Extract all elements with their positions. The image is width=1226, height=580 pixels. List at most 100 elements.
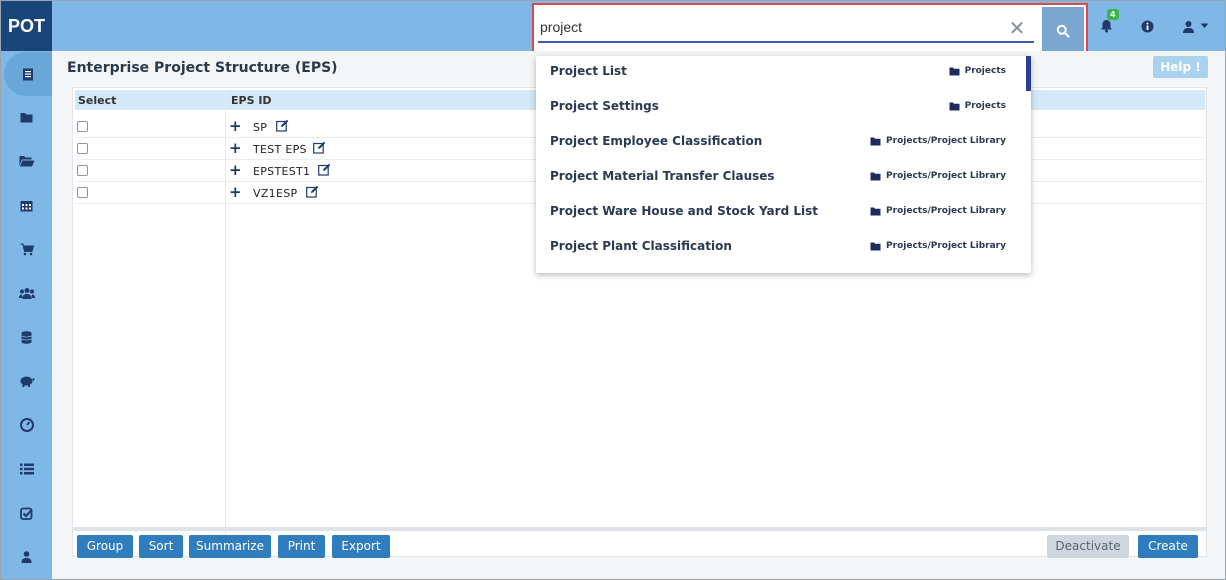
info-icon xyxy=(1141,20,1153,32)
sidebar-item-folder[interactable] xyxy=(1,95,52,139)
sidebar-item-profile[interactable] xyxy=(1,535,52,579)
notification-count-badge: 4 xyxy=(1107,9,1119,20)
edit-icon[interactable] xyxy=(306,185,319,198)
folder-icon xyxy=(870,207,881,215)
user-icon xyxy=(21,551,32,563)
chevron-down-icon xyxy=(1200,23,1208,28)
help-button[interactable]: Help ! xyxy=(1153,56,1208,78)
eps-id-cell: SP xyxy=(253,121,268,134)
suggestion-label: Project Ware House and Stock Yard List xyxy=(550,204,818,218)
sidebar-item-documents[interactable] xyxy=(4,52,52,96)
export-button[interactable]: Export xyxy=(332,535,390,558)
summarize-button[interactable]: Summarize xyxy=(189,535,271,558)
suggestion-label: Project List xyxy=(550,64,627,78)
sidebar-item-users[interactable] xyxy=(1,271,52,315)
folder-icon xyxy=(870,242,881,250)
info-button[interactable] xyxy=(1136,15,1158,37)
suggestion-path: Projects xyxy=(949,101,1006,111)
sidebar-item-cart[interactable] xyxy=(1,227,52,271)
eps-id-cell: EPSTEST1 xyxy=(253,165,311,178)
group-button[interactable]: Group xyxy=(77,535,133,558)
folder-icon xyxy=(20,112,33,122)
suggestion-item[interactable]: Project Employee Classification Projects… xyxy=(536,126,1026,161)
search-input[interactable] xyxy=(538,13,1034,43)
print-button[interactable]: Print xyxy=(278,535,325,558)
users-icon xyxy=(18,288,35,299)
folder-icon xyxy=(870,172,881,180)
search-icon xyxy=(1056,24,1070,38)
piggy-bank-icon xyxy=(20,376,34,387)
suggestion-item[interactable]: Project Material Transfer Clauses Projec… xyxy=(536,161,1026,196)
suggestion-path: Projects/Project Library xyxy=(870,136,1006,146)
row-checkbox[interactable] xyxy=(77,187,88,198)
row-checkbox[interactable] xyxy=(77,121,88,132)
sidebar-item-finance[interactable] xyxy=(1,359,52,403)
app-window: POT ✕ 4 xyxy=(0,0,1226,580)
suggestion-path-text: Projects/Project Library xyxy=(886,241,1006,251)
edit-icon[interactable] xyxy=(318,163,331,176)
folder-open-icon xyxy=(19,156,34,167)
row-checkbox[interactable] xyxy=(77,165,88,176)
suggestion-item[interactable]: Project Ware House and Stock Yard List P… xyxy=(536,196,1026,231)
bell-icon xyxy=(1100,20,1112,33)
user-menu-button[interactable] xyxy=(1177,15,1213,37)
search-suggestions: Project List Projects Project Settings P… xyxy=(536,56,1031,273)
suggestion-path-text: Projects/Project Library xyxy=(886,206,1006,216)
expand-icon[interactable]: + xyxy=(229,183,242,201)
database-icon xyxy=(21,330,32,344)
suggestion-label: Project Employee Classification xyxy=(550,134,763,148)
clear-search-icon[interactable]: ✕ xyxy=(1006,17,1028,39)
expand-icon[interactable]: + xyxy=(229,139,242,157)
suggestion-label: Project Material Transfer Clauses xyxy=(550,169,775,183)
cart-icon xyxy=(20,243,34,255)
dashboard-icon xyxy=(19,418,34,432)
suggestion-item[interactable]: Project Settings Projects xyxy=(536,91,1026,126)
eps-id-cell: TEST EPS xyxy=(253,143,307,156)
checkbox-icon xyxy=(20,507,33,520)
sidebar-item-calendar[interactable] xyxy=(1,183,52,227)
search-box: ✕ xyxy=(532,3,1088,56)
sidebar-item-open-folder[interactable] xyxy=(1,139,52,183)
suggestion-item[interactable]: Project Plant Classification Projects/Pr… xyxy=(536,231,1026,266)
edit-icon[interactable] xyxy=(276,119,289,132)
expand-icon[interactable]: + xyxy=(229,117,242,135)
document-icon xyxy=(23,68,33,80)
suggestion-path: Projects/Project Library xyxy=(870,241,1006,251)
sort-button[interactable]: Sort xyxy=(139,535,183,558)
suggestion-path-text: Projects/Project Library xyxy=(886,136,1006,146)
calendar-icon xyxy=(20,200,33,211)
suggestion-path-text: Projects xyxy=(964,101,1006,111)
column-header-eps-id[interactable]: EPS ID xyxy=(231,94,272,107)
deactivate-button[interactable]: Deactivate xyxy=(1047,535,1129,558)
folder-icon xyxy=(949,67,960,75)
notifications-button[interactable]: 4 xyxy=(1095,9,1119,37)
app-logo[interactable]: POT xyxy=(1,1,52,51)
page-title: Enterprise Project Structure (EPS) xyxy=(67,60,338,76)
suggestion-path-text: Projects/Project Library xyxy=(886,171,1006,181)
sidebar-item-tasks[interactable] xyxy=(1,491,52,535)
sidebar-item-dashboard[interactable] xyxy=(1,403,52,447)
suggestion-path-text: Projects xyxy=(964,66,1006,76)
create-button[interactable]: Create xyxy=(1138,535,1198,558)
column-header-select[interactable]: Select xyxy=(78,94,116,107)
search-button[interactable] xyxy=(1042,7,1084,54)
top-bar: POT ✕ 4 xyxy=(1,1,1225,56)
suggestion-item[interactable]: Project List Projects xyxy=(536,56,1026,91)
search-field-container: ✕ xyxy=(536,7,1042,51)
user-icon xyxy=(1182,20,1194,33)
suggestion-path: Projects xyxy=(949,66,1006,76)
edit-icon[interactable] xyxy=(313,141,326,154)
suggestion-path: Projects/Project Library xyxy=(870,171,1006,181)
sidebar-item-list[interactable] xyxy=(1,447,52,491)
expand-icon[interactable]: + xyxy=(229,161,242,179)
suggestion-label: Project Plant Classification xyxy=(550,239,732,253)
folder-icon xyxy=(870,137,881,145)
table-footer-bar xyxy=(72,527,1207,531)
suggestion-path: Projects/Project Library xyxy=(870,206,1006,216)
suggestion-label: Project Settings xyxy=(550,99,659,113)
sidebar xyxy=(1,51,52,579)
sidebar-item-database[interactable] xyxy=(1,315,52,359)
eps-id-cell: VZ1ESP xyxy=(253,187,298,200)
row-checkbox[interactable] xyxy=(77,143,88,154)
dropdown-scrollbar[interactable] xyxy=(1026,56,1031,91)
